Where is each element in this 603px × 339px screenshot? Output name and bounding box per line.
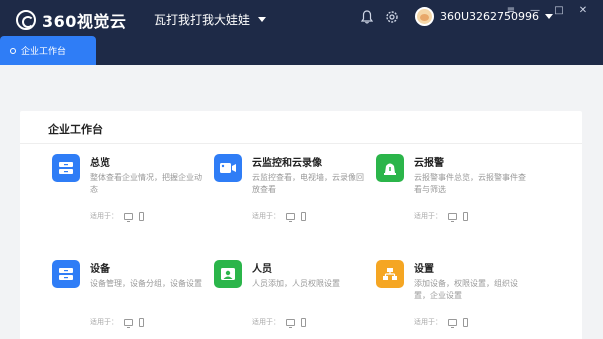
- card-title: 企业工作台: [48, 123, 103, 136]
- monitor-icon: [286, 212, 295, 222]
- platform-row: 适用于：: [252, 317, 306, 328]
- platform-row: 适用于：: [90, 211, 144, 222]
- gear-icon[interactable]: [385, 10, 399, 24]
- feature-title: 云报警: [414, 158, 444, 169]
- feature-desc: 设备管理，设备分组，设备设置: [90, 279, 202, 288]
- usage-label: 适用于：: [90, 318, 118, 326]
- platform-row: 适用于：: [414, 211, 468, 222]
- app-logo[interactable]: 360视觉云: [16, 8, 126, 32]
- monitor-icon: [124, 212, 133, 222]
- feature-alarm[interactable]: 云报警 云报警事件总览，云报警事件查看与筛选 适用于：: [376, 154, 536, 224]
- platform-row: 适用于：: [414, 317, 468, 328]
- feature-title: 人员: [252, 264, 272, 275]
- menu-icon[interactable]: ≡: [499, 3, 523, 17]
- tab-enterprise-workbench[interactable]: 企业工作台: [0, 36, 96, 65]
- phone-icon: [301, 317, 306, 327]
- phone-icon: [139, 317, 144, 327]
- platform-row: 适用于：: [252, 211, 306, 222]
- alarm-icon: [376, 154, 404, 182]
- feature-desc: 云报警事件总览，云报警事件查看与筛选: [414, 173, 526, 194]
- usage-label: 适用于：: [252, 318, 280, 326]
- camera-icon: [214, 154, 242, 182]
- monitor-icon: [448, 318, 457, 328]
- maximize-icon[interactable]: □: [547, 3, 571, 17]
- feature-title: 总览: [90, 158, 110, 169]
- window-controls: ≡ — □ ✕: [499, 3, 595, 17]
- settings-icon: [376, 260, 404, 288]
- feature-title: 云监控和云录像: [252, 158, 322, 169]
- logo-text: 360视觉云: [42, 12, 127, 31]
- feature-monitoring[interactable]: 云监控和云录像 云监控查看，电视墙，云录像回放查看 适用于：: [214, 154, 374, 224]
- close-icon[interactable]: ✕: [571, 3, 595, 17]
- feature-title: 设备: [90, 264, 110, 275]
- usage-label: 适用于：: [90, 212, 118, 220]
- tab-label: 企业工作台: [21, 47, 67, 57]
- usage-label: 适用于：: [252, 212, 280, 220]
- team-selector[interactable]: 瓦打我打我大娃娃: [154, 11, 267, 28]
- feature-title: 设置: [414, 264, 434, 275]
- device-icon: [52, 260, 80, 288]
- monitor-icon: [124, 318, 133, 328]
- feature-settings[interactable]: 设置 添加设备，权限设置，组织设置，企业设置 适用于：: [376, 260, 536, 330]
- minimize-icon[interactable]: —: [523, 3, 547, 17]
- bell-icon[interactable]: [361, 10, 373, 24]
- monitor-icon: [286, 318, 295, 328]
- phone-icon: [139, 211, 144, 221]
- feature-desc: 人员添加，人员权限设置: [252, 279, 340, 288]
- phone-icon: [301, 211, 306, 221]
- person-icon: [214, 260, 242, 288]
- platform-row: 适用于：: [90, 317, 144, 328]
- feature-desc: 整体查看企业情况，把握企业动态: [90, 173, 202, 194]
- divider: [20, 143, 582, 144]
- logo-icon: [16, 10, 36, 30]
- tab-dot-icon: [10, 47, 16, 54]
- phone-icon: [463, 211, 468, 221]
- feature-overview[interactable]: 总览 整体查看企业情况，把握企业动态 适用于：: [52, 154, 212, 224]
- avatar: [415, 7, 434, 26]
- workbench-card: 企业工作台 总览 整体查看企业情况，把握企业动态 适用于： 云监控和云录像 云监…: [20, 111, 582, 339]
- feature-desc: 添加设备，权限设置，组织设置，企业设置: [414, 279, 518, 300]
- folder-icon: [52, 154, 80, 182]
- phone-icon: [463, 317, 468, 327]
- feature-desc: 云监控查看，电视墙，云录像回放查看: [252, 173, 364, 194]
- feature-personnel[interactable]: 人员 人员添加，人员权限设置 适用于：: [214, 260, 374, 330]
- feature-devices[interactable]: 设备 设备管理，设备分组，设备设置 适用于：: [52, 260, 212, 330]
- usage-label: 适用于：: [414, 212, 442, 220]
- team-name: 瓦打我打我大娃娃: [154, 13, 251, 27]
- title-bar: 360视觉云 瓦打我打我大娃娃 360U3262750996 ≡ — □ ✕ 企…: [0, 0, 603, 65]
- chevron-down-icon: [258, 17, 267, 22]
- monitor-icon: [448, 212, 457, 222]
- usage-label: 适用于：: [414, 318, 442, 326]
